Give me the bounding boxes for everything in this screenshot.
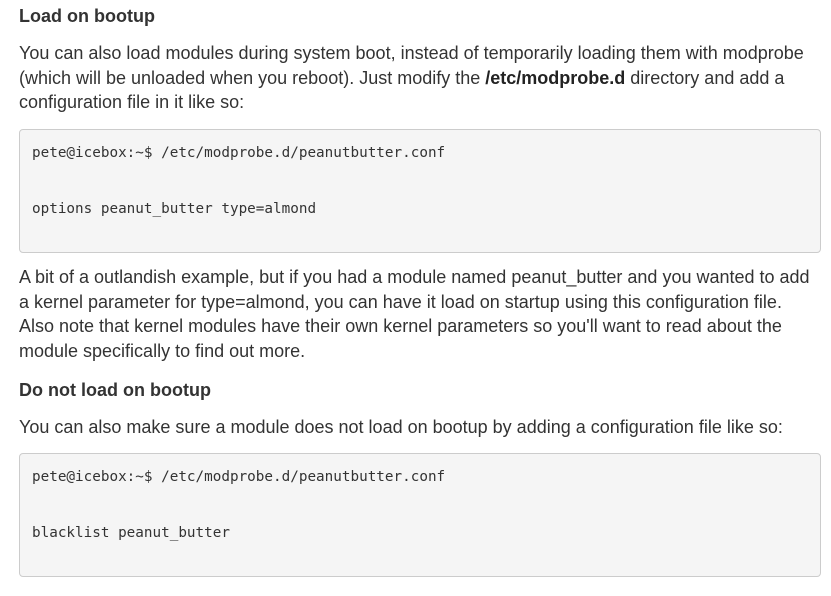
code-content-line: blacklist peanut_butter bbox=[32, 525, 230, 541]
code-content-line: options peanut_butter type=almond bbox=[32, 201, 317, 217]
section-heading-load-on-bootup: Load on bootup bbox=[19, 6, 155, 26]
modprobe-dir-path: /etc/modprobe.d bbox=[485, 67, 626, 88]
code-block-load-config[interactable]: pete@icebox:~$ /etc/modprobe.d/peanutbut… bbox=[19, 129, 821, 253]
code-prompt-line: pete@icebox:~$ /etc/modprobe.d/peanutbut… bbox=[32, 145, 446, 161]
paragraph-do-not-load-intro: You can also make sure a module does not… bbox=[19, 417, 783, 437]
paragraph-load-on-bootup-intro: You can also load modules during system … bbox=[19, 41, 819, 115]
code-block-blacklist-config[interactable]: pete@icebox:~$ /etc/modprobe.d/peanutbut… bbox=[19, 453, 821, 577]
section-heading-do-not-load-on-bootup: Do not load on bootup bbox=[19, 380, 211, 400]
paragraph-load-on-bootup-explanation: A bit of a outlandish example, but if yo… bbox=[19, 267, 810, 362]
code-prompt-line: pete@icebox:~$ /etc/modprobe.d/peanutbut… bbox=[32, 469, 446, 485]
